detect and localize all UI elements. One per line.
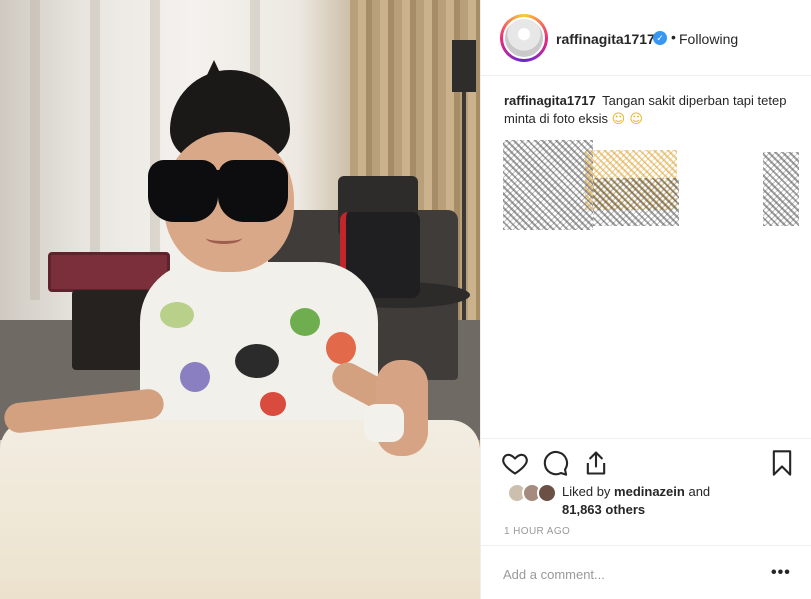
likes-count[interactable]: 81,863 others (562, 502, 645, 517)
boy-hair-spike (200, 60, 228, 90)
caption-emoji: ☺ ☺ (611, 112, 643, 127)
timestamp[interactable]: 1 HOUR AGO (504, 526, 570, 537)
sunglasses-bridge (208, 170, 228, 176)
avatar[interactable] (503, 17, 545, 59)
sunglasses-lens-right (218, 160, 288, 222)
post-panel: raffinagita1717 ✓ • Following raffinagit… (480, 0, 811, 599)
comment-input[interactable] (503, 565, 753, 583)
caption: raffinagita1717 Tangan sakit diperban ta… (504, 92, 794, 129)
shirt-print (160, 302, 194, 328)
likes-text: Liked by medinazein and 81,863 others (562, 483, 762, 519)
verified-badge-icon: ✓ (653, 31, 667, 45)
post-header: raffinagita1717 ✓ • Following (481, 0, 811, 76)
header-username[interactable]: raffinagita1717 (556, 31, 655, 47)
caption-username[interactable]: raffinagita1717 (504, 93, 596, 108)
comment-bubble-icon[interactable] (541, 449, 569, 477)
boy-shirt (140, 262, 378, 442)
liker-avatar[interactable] (537, 483, 557, 503)
blurred-comment (593, 178, 679, 226)
more-options-icon[interactable]: ••• (771, 563, 791, 583)
finger-bandage (364, 404, 404, 442)
blurred-comment (763, 152, 799, 226)
shirt-print (290, 308, 320, 336)
shirt-print (260, 392, 286, 416)
shirt-print (180, 362, 210, 392)
share-icon[interactable] (582, 449, 610, 477)
heart-icon[interactable] (501, 449, 529, 477)
lamp (452, 40, 476, 92)
likes-user[interactable]: medinazein (614, 484, 685, 499)
following-button[interactable]: Following (679, 31, 738, 47)
blurred-comment (503, 140, 593, 230)
bookmark-icon[interactable] (768, 449, 796, 477)
likes-suffix: and (688, 484, 711, 499)
separator-dot: • (671, 29, 676, 45)
boy-smile (206, 232, 242, 244)
stool (72, 290, 150, 370)
action-bar (481, 438, 811, 486)
comment-box: ••• (481, 545, 811, 599)
likes-section: Liked by medinazein and 81,863 others (481, 480, 811, 524)
shirt-print (326, 332, 356, 364)
story-ring[interactable] (500, 14, 548, 62)
curtain-fold (30, 0, 40, 300)
likes-prefix: Liked by (562, 484, 611, 499)
post-photo[interactable] (0, 0, 480, 599)
shirt-print (235, 344, 279, 378)
